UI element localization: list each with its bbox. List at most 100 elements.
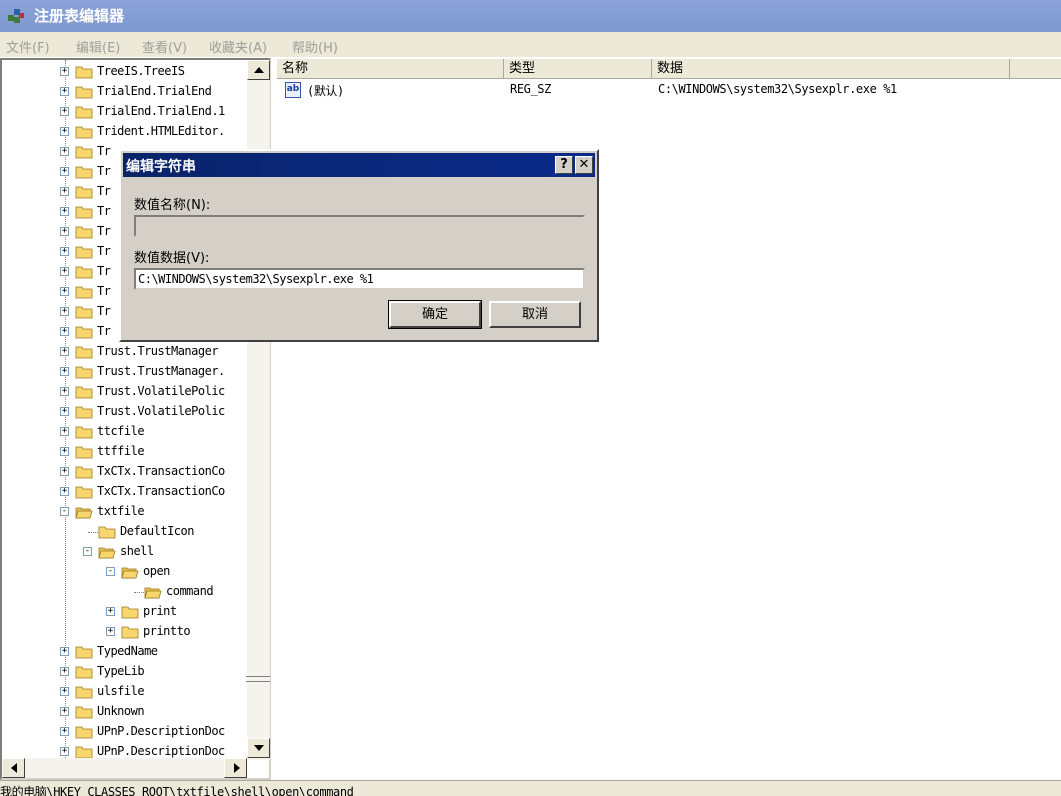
scroll-up-button[interactable] xyxy=(247,60,270,80)
column-header-name[interactable]: 名称 xyxy=(277,59,504,79)
scroll-down-button[interactable] xyxy=(247,738,270,758)
tree-item[interactable]: + Trust.VolatilePolic xyxy=(2,382,248,402)
help-button[interactable]: ? xyxy=(555,156,573,174)
tree-item[interactable]: + Trident.HTMLEditor. xyxy=(2,122,248,142)
tree-item[interactable]: + ulsfile xyxy=(2,682,248,702)
tree-item-label: Unknown xyxy=(97,704,145,718)
expand-icon[interactable]: + xyxy=(60,167,69,176)
expand-icon[interactable]: + xyxy=(106,607,115,616)
tree-item[interactable]: - shell xyxy=(2,542,248,562)
tree-item[interactable]: + TrialEnd.TrialEnd.1 xyxy=(2,102,248,122)
tree-item-label: Trident.HTMLEditor. xyxy=(97,124,225,138)
collapse-icon[interactable]: - xyxy=(83,547,92,556)
tree-item-label: open xyxy=(143,564,170,578)
tree-item[interactable]: + TypedName xyxy=(2,642,248,662)
tree-item[interactable]: + TypeLib xyxy=(2,662,248,682)
expand-icon[interactable]: + xyxy=(60,467,69,476)
folder-icon xyxy=(75,405,93,419)
scroll-thumb[interactable] xyxy=(246,676,270,682)
scroll-left-button[interactable] xyxy=(2,758,25,778)
title-bar: 注册表编辑器 xyxy=(0,0,1061,32)
menu-edit[interactable]: 编辑(E) xyxy=(76,37,120,56)
tree-item[interactable]: + TreeIS.TreeIS xyxy=(2,62,248,82)
value-name-cell[interactable]: (默认) xyxy=(307,82,344,99)
folder-icon xyxy=(75,305,93,319)
scroll-right-button[interactable] xyxy=(224,758,247,778)
tree-item-label: TxCTx.TransactionCo xyxy=(97,464,225,478)
tree-item[interactable]: + TrialEnd.TrialEnd xyxy=(2,82,248,102)
expand-icon[interactable]: + xyxy=(60,727,69,736)
tree-item-selected[interactable]: command xyxy=(2,582,248,602)
tree-item[interactable]: + TxCTx.TransactionCo xyxy=(2,462,248,482)
expand-icon[interactable]: + xyxy=(60,107,69,116)
tree-item[interactable]: + Trust.TrustManager xyxy=(2,342,248,362)
value-data-field[interactable]: C:\WINDOWS\system32\Sysexplr.exe %1 xyxy=(134,268,585,290)
collapse-icon[interactable]: - xyxy=(60,507,69,516)
tree-horizontal-scrollbar[interactable] xyxy=(2,758,247,778)
expand-icon[interactable]: + xyxy=(60,247,69,256)
expand-icon[interactable]: + xyxy=(60,307,69,316)
expand-icon[interactable]: + xyxy=(60,667,69,676)
value-name-field xyxy=(134,215,585,237)
expand-icon[interactable]: + xyxy=(60,127,69,136)
tree-item[interactable]: + TxCTx.TransactionCo xyxy=(2,482,248,502)
expand-icon[interactable]: + xyxy=(60,407,69,416)
expand-icon[interactable]: + xyxy=(60,387,69,396)
menu-file[interactable]: 文件(F) xyxy=(6,37,50,56)
expand-icon[interactable]: + xyxy=(60,87,69,96)
expand-icon[interactable]: + xyxy=(60,187,69,196)
tree-item-label: printto xyxy=(143,624,191,638)
tree-item-label: shell xyxy=(120,544,154,558)
dialog-title-bar[interactable]: 编辑字符串 ? ✕ xyxy=(123,153,595,177)
tree-item-label: Tr xyxy=(97,284,111,298)
tree-item-label: UPnP.DescriptionDoc xyxy=(97,724,225,738)
expand-icon[interactable]: + xyxy=(60,287,69,296)
expand-icon[interactable]: + xyxy=(60,347,69,356)
tree-item[interactable]: DefaultIcon xyxy=(2,522,248,542)
tree-item-label: ulsfile xyxy=(97,684,145,698)
expand-icon[interactable]: + xyxy=(60,267,69,276)
tree-item[interactable]: - txtfile xyxy=(2,502,248,522)
expand-icon[interactable]: + xyxy=(60,447,69,456)
expand-icon[interactable]: + xyxy=(60,747,69,756)
tree-item-label: TypedName xyxy=(97,644,158,658)
collapse-icon[interactable]: - xyxy=(106,567,115,576)
expand-icon[interactable]: + xyxy=(60,687,69,696)
tree-item-label: print xyxy=(143,604,177,618)
expand-icon[interactable]: + xyxy=(60,707,69,716)
column-header-data[interactable]: 数据 xyxy=(652,59,1010,79)
cancel-button[interactable]: 取消 xyxy=(489,301,581,328)
folder-icon xyxy=(75,745,93,759)
close-button[interactable]: ✕ xyxy=(575,156,593,174)
expand-icon[interactable]: + xyxy=(60,487,69,496)
tree-item[interactable]: + Unknown xyxy=(2,702,248,722)
expand-icon[interactable]: + xyxy=(60,207,69,216)
folder-icon xyxy=(75,205,93,219)
tree-item-label: Tr xyxy=(97,264,111,278)
tree-item[interactable]: + ttffile xyxy=(2,442,248,462)
ok-button[interactable]: 确定 xyxy=(388,300,482,329)
menu-view[interactable]: 查看(V) xyxy=(142,37,187,56)
expand-icon[interactable]: + xyxy=(60,327,69,336)
tree-item[interactable]: + Trust.TrustManager. xyxy=(2,362,248,382)
tree-item[interactable]: + ttcfile xyxy=(2,422,248,442)
expand-icon[interactable]: + xyxy=(60,67,69,76)
expand-icon[interactable]: + xyxy=(106,627,115,636)
menu-help[interactable]: 帮助(H) xyxy=(292,37,338,56)
tree-item[interactable]: + Trust.VolatilePolic xyxy=(2,402,248,422)
tree-item[interactable]: + print xyxy=(2,602,248,622)
tree-item[interactable]: - open xyxy=(2,562,248,582)
expand-icon[interactable]: + xyxy=(60,367,69,376)
column-header-type[interactable]: 类型 xyxy=(504,59,652,79)
expand-icon[interactable]: + xyxy=(60,147,69,156)
expand-icon[interactable]: + xyxy=(60,427,69,436)
expand-icon[interactable]: + xyxy=(60,647,69,656)
tree-item[interactable]: + UPnP.DescriptionDoc xyxy=(2,722,248,742)
folder-icon xyxy=(75,185,93,199)
expand-icon[interactable]: + xyxy=(60,227,69,236)
tree-item[interactable]: + printto xyxy=(2,622,248,642)
menu-favorites[interactable]: 收藏夹(A) xyxy=(209,37,267,56)
folder-icon xyxy=(75,105,93,119)
tree-item-label: ttcfile xyxy=(97,424,145,438)
folder-icon xyxy=(75,265,93,279)
